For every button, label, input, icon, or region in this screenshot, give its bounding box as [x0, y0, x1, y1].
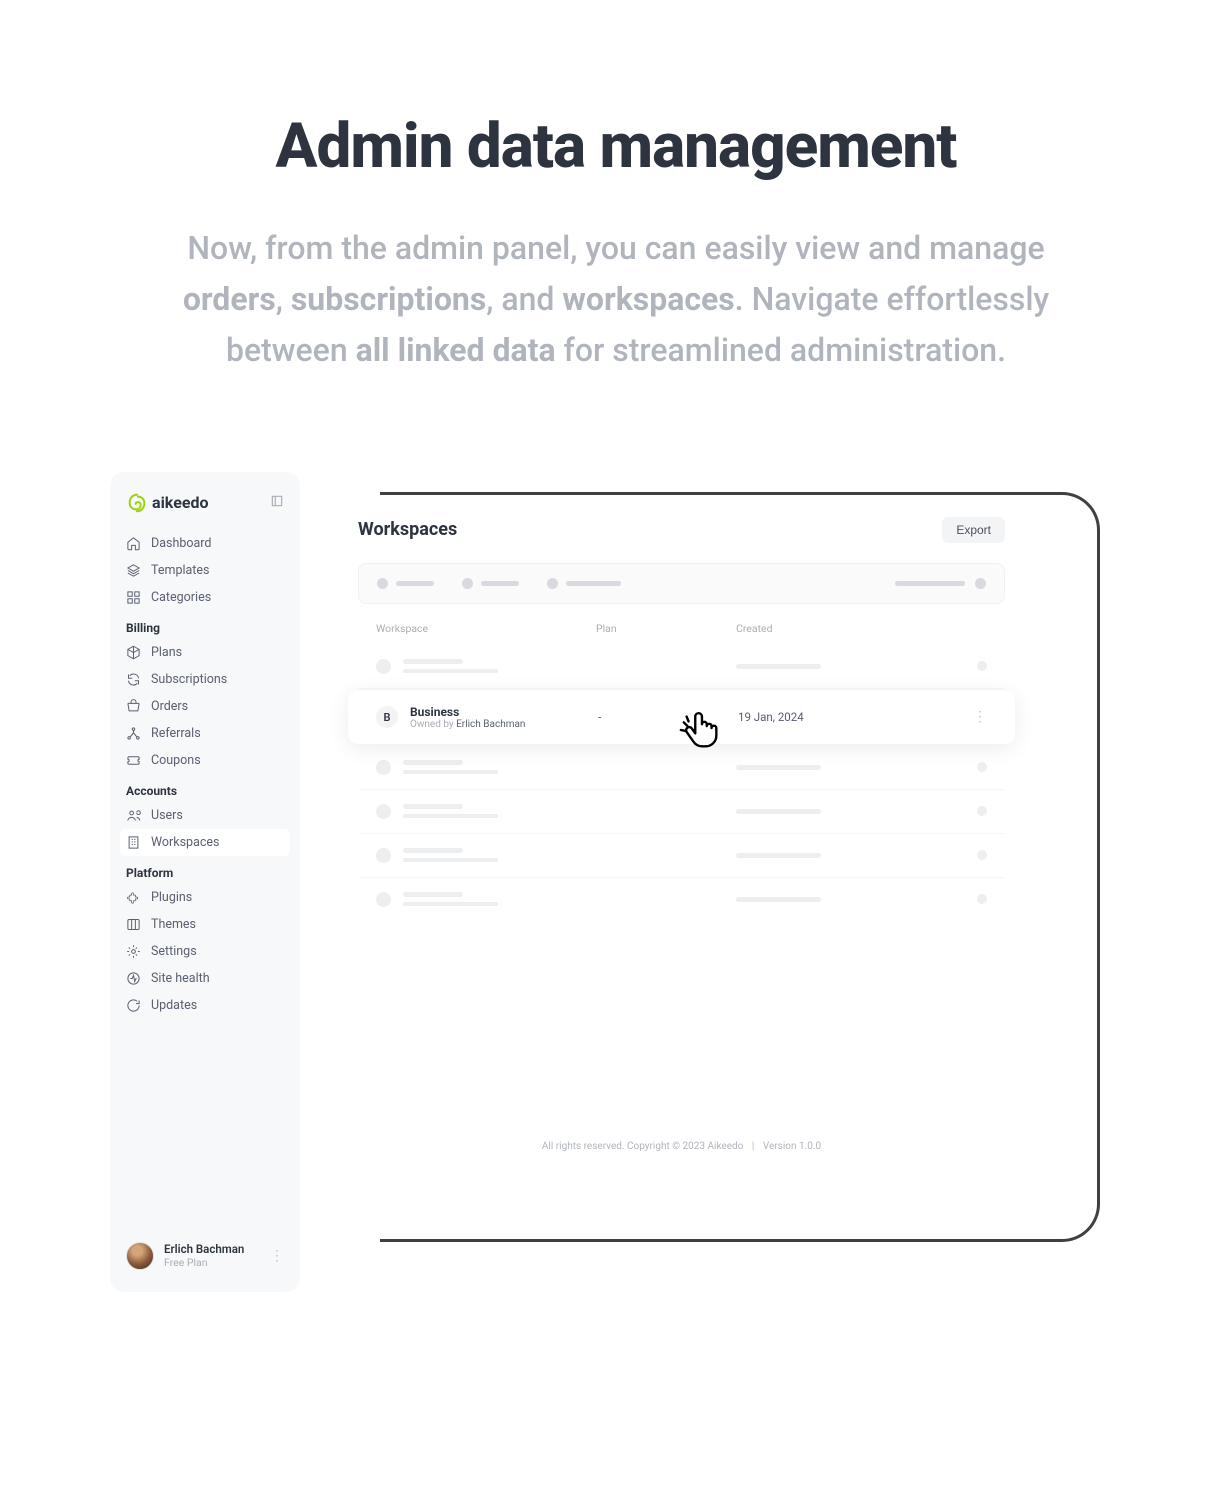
sidebar-item-referrals[interactable]: Referrals [120, 720, 290, 747]
sidebar-item-dashboard[interactable]: Dashboard [120, 530, 290, 557]
sidebar-item-label: Dashboard [151, 536, 211, 551]
sidebar-item-label: Users [151, 808, 183, 823]
sidebar-item-categories[interactable]: Categories [120, 584, 290, 611]
footer-copyright: All rights reserved. Copyright © 2023 Ai… [542, 1141, 743, 1152]
sidebar-item-label: Themes [151, 917, 196, 932]
brand-logo[interactable]: aikeedo [126, 492, 209, 514]
filter-bar [358, 563, 1005, 604]
building-icon [126, 835, 141, 850]
table-row[interactable] [358, 834, 1005, 878]
table-header: Workspace Plan Created [358, 622, 1005, 645]
users-icon [126, 808, 141, 823]
column-workspace: Workspace [376, 622, 596, 635]
table-row[interactable] [358, 790, 1005, 834]
box-icon [126, 645, 141, 660]
sidebar-item-label: Plans [151, 645, 182, 660]
page-title: Workspaces [358, 519, 457, 540]
filter-right[interactable] [895, 578, 986, 589]
sidebar-item-subscriptions[interactable]: Subscriptions [120, 666, 290, 693]
sidebar-item-label: Settings [151, 944, 197, 959]
rotate-icon [126, 998, 141, 1013]
columns-icon [126, 917, 141, 932]
workspace-avatar: B [376, 706, 398, 728]
table-row[interactable] [358, 645, 1005, 689]
brand-name: aikeedo [152, 493, 209, 512]
workspace-owner: Owned by Erlich Bachman [410, 719, 598, 730]
column-plan: Plan [596, 622, 736, 635]
activity-icon [126, 971, 141, 986]
sidebar-item-label: Templates [151, 563, 209, 578]
sidebar-item-settings[interactable]: Settings [120, 938, 290, 965]
filter-chip[interactable] [377, 578, 434, 589]
user-avatar[interactable] [126, 1242, 154, 1270]
sidebar-item-label: Categories [151, 590, 211, 605]
gear-icon [126, 944, 141, 959]
sidebar-item-coupons[interactable]: Coupons [120, 747, 290, 774]
sidebar-item-label: Orders [151, 699, 188, 714]
page-subtext: Now, from the admin panel, you can easil… [166, 223, 1066, 377]
refresh-icon [126, 672, 141, 687]
sidebar-item-label: Workspaces [151, 835, 220, 850]
sidebar-item-label: Coupons [151, 753, 201, 768]
sidebar-item-themes[interactable]: Themes [120, 911, 290, 938]
sidebar-item-plans[interactable]: Plans [120, 639, 290, 666]
column-created: Created [736, 622, 987, 635]
row-more-icon[interactable]: ⋮ [973, 709, 987, 725]
sidebar-collapse-icon[interactable] [270, 494, 284, 512]
export-button[interactable]: Export [942, 517, 1005, 543]
ticket-icon [126, 753, 141, 768]
sidebar-item-updates[interactable]: Updates [120, 992, 290, 1019]
sidebar-item-label: Site health [151, 971, 210, 986]
footer: All rights reserved. Copyright © 2023 Ai… [358, 1141, 1005, 1152]
filter-chip[interactable] [462, 578, 519, 589]
page-headline: Admin data management [120, 110, 1112, 183]
sidebar-section-platform: Platform [120, 858, 290, 884]
stacked-boxes-icon [126, 699, 141, 714]
footer-version: Version 1.0.0 [763, 1141, 821, 1152]
workspace-created: 19 Jan, 2024 [738, 710, 973, 724]
user-menu-more-icon[interactable]: ⋮ [270, 1248, 284, 1264]
user-plan: Free Plan [164, 1256, 260, 1269]
brand-logo-icon [126, 492, 148, 514]
sidebar-item-label: Plugins [151, 890, 192, 905]
sidebar-item-plugins[interactable]: Plugins [120, 884, 290, 911]
sidebar-item-label: Updates [151, 998, 197, 1013]
workspace-plan: - [598, 710, 738, 724]
sidebar-item-sitehealth[interactable]: Site health [120, 965, 290, 992]
sidebar-item-users[interactable]: Users [120, 802, 290, 829]
sidebar-item-label: Subscriptions [151, 672, 227, 687]
puzzle-icon [126, 890, 141, 905]
filter-chip[interactable] [547, 578, 621, 589]
sidebar-item-label: Referrals [151, 726, 201, 741]
table-row[interactable] [358, 878, 1005, 921]
home-icon [126, 536, 141, 551]
table-row[interactable] [358, 746, 1005, 790]
sidebar-section-billing: Billing [120, 613, 290, 639]
grid-icon [126, 590, 141, 605]
sidebar-item-templates[interactable]: Templates [120, 557, 290, 584]
network-icon [126, 726, 141, 741]
sidebar-item-orders[interactable]: Orders [120, 693, 290, 720]
sidebar: aikeedo Dashboard Templates Categories [110, 472, 300, 1292]
workspace-name: Business [410, 705, 598, 719]
user-name: Erlich Bachman [164, 1242, 260, 1256]
layers-icon [126, 563, 141, 578]
table-row-highlighted[interactable]: B Business Owned by Erlich Bachman - 19 … [348, 691, 1015, 744]
sidebar-section-accounts: Accounts [120, 776, 290, 802]
sidebar-item-workspaces[interactable]: Workspaces [120, 829, 290, 856]
